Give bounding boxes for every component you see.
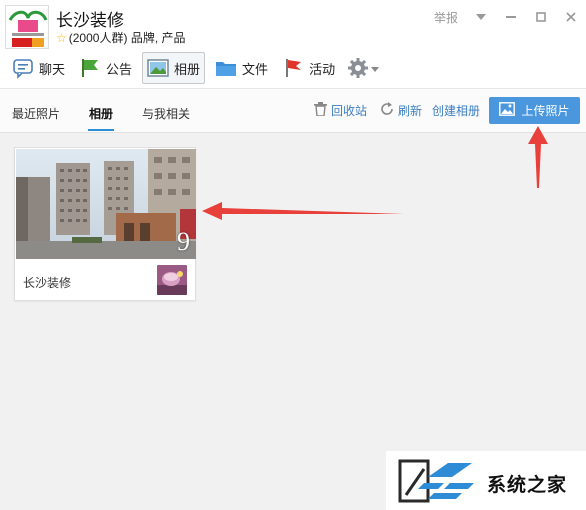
refresh-button[interactable]: 刷新 bbox=[380, 102, 422, 119]
album-owner-avatar[interactable] bbox=[157, 265, 187, 295]
report-button[interactable]: 举报 bbox=[434, 9, 458, 26]
annotation-arrow-up bbox=[528, 126, 548, 188]
watermark-icon bbox=[398, 459, 474, 503]
subtab-albums[interactable]: 相册 bbox=[89, 105, 113, 122]
create-album-label: 创建相册 bbox=[432, 104, 481, 118]
recycle-bin-button[interactable]: 回收站 bbox=[314, 102, 367, 119]
watermark-logo: 系统之家 bbox=[386, 451, 586, 510]
tab-label: 活动 bbox=[309, 61, 336, 77]
group-tags: 品牌, 产品 bbox=[130, 31, 186, 45]
chevron-down-icon bbox=[371, 61, 380, 75]
subtab-related-to-me[interactable]: 与我相关 bbox=[142, 105, 190, 122]
tab-files[interactable]: 文件 bbox=[211, 52, 272, 84]
maximize-icon[interactable] bbox=[534, 10, 548, 24]
window-controls: 举报 bbox=[434, 8, 578, 26]
refresh-label: 刷新 bbox=[398, 104, 423, 118]
tab-label: 公告 bbox=[106, 61, 133, 77]
upload-photo-icon bbox=[499, 102, 516, 119]
gear-icon bbox=[347, 57, 369, 79]
star-icon: ☆ bbox=[56, 31, 67, 45]
photo-album-icon bbox=[147, 57, 169, 79]
chat-icon bbox=[12, 57, 34, 79]
group-info: ☆ (2000人群) 品牌, 产品 bbox=[56, 29, 185, 46]
tab-activity[interactable]: 活动 bbox=[278, 52, 339, 84]
create-album-button[interactable]: 创建相册 bbox=[432, 102, 480, 119]
album-photo-count: 9 bbox=[177, 227, 190, 256]
dropdown-arrow-icon[interactable] bbox=[474, 10, 488, 24]
tab-label: 相册 bbox=[174, 61, 201, 77]
main-tabs: 聊天 公告 相册 文件 活动 bbox=[8, 51, 380, 85]
subtab-recent-photos[interactable]: 最近照片 bbox=[12, 105, 60, 122]
folder-icon bbox=[215, 57, 237, 79]
group-header: 长沙装修 ☆ (2000人群) 品牌, 产品 举报 聊天 公告 相册 文件 活动 bbox=[0, 0, 586, 88]
album-card[interactable]: 9 长沙装修 bbox=[14, 147, 196, 301]
minimize-icon[interactable] bbox=[504, 10, 518, 24]
album-title: 长沙装修 bbox=[23, 276, 72, 290]
album-cover-image[interactable]: 9 bbox=[16, 149, 196, 259]
trash-icon bbox=[314, 102, 327, 119]
tab-chat[interactable]: 聊天 bbox=[8, 52, 69, 84]
close-icon[interactable] bbox=[564, 10, 578, 24]
group-member-count: (2000人群) bbox=[68, 31, 128, 45]
activity-flag-icon bbox=[282, 57, 304, 79]
recycle-bin-label: 回收站 bbox=[331, 104, 368, 118]
annotation-arrow-left bbox=[202, 202, 404, 220]
refresh-icon bbox=[380, 102, 394, 119]
announcement-flag-icon bbox=[79, 57, 101, 79]
tab-album[interactable]: 相册 bbox=[142, 52, 206, 84]
settings-menu[interactable] bbox=[347, 57, 380, 79]
watermark-text: 系统之家 bbox=[487, 475, 568, 496]
tab-announcement[interactable]: 公告 bbox=[75, 52, 136, 84]
album-toolbar: 最近照片 相册 与我相关 回收站 刷新 创建相册 上传照片 bbox=[0, 88, 586, 133]
tab-label: 文件 bbox=[242, 61, 269, 77]
tab-label: 聊天 bbox=[39, 61, 66, 77]
active-tab-indicator bbox=[88, 129, 114, 131]
upload-label: 上传照片 bbox=[521, 104, 570, 118]
group-name: 长沙装修 bbox=[56, 11, 124, 30]
group-avatar[interactable] bbox=[5, 5, 49, 49]
upload-photos-button[interactable]: 上传照片 bbox=[489, 97, 580, 124]
